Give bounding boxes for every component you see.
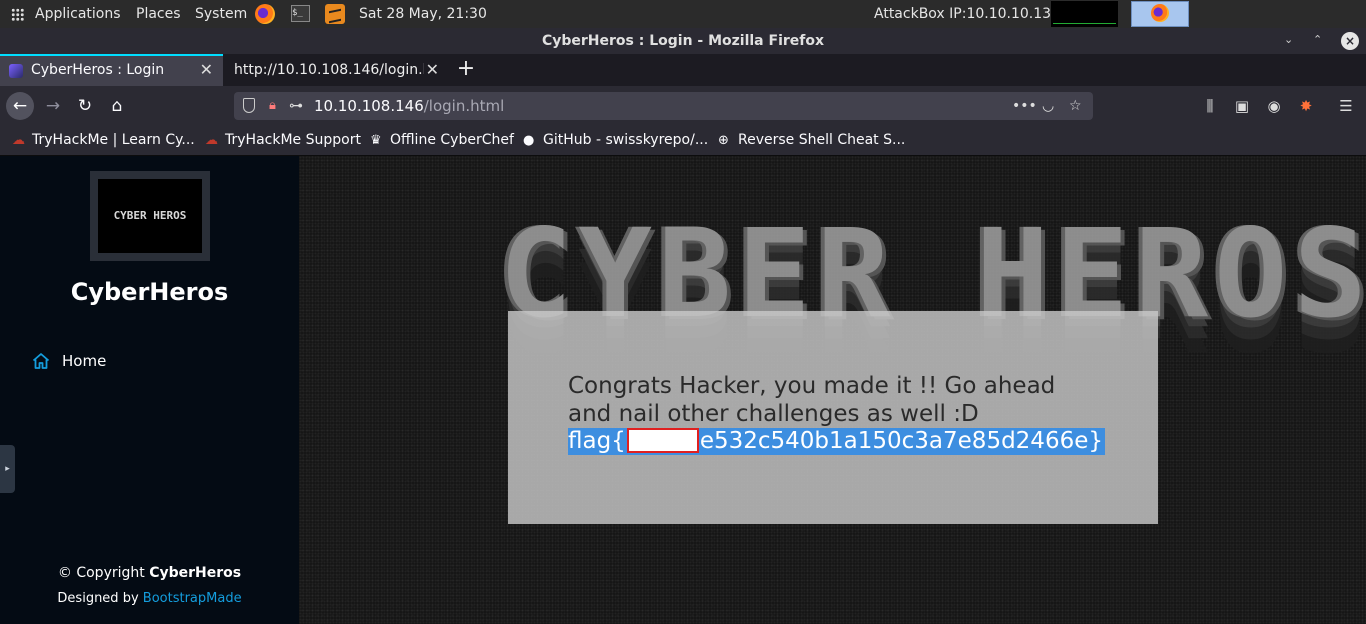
- new-tab-button[interactable]: +: [455, 54, 477, 86]
- credits: Designed by BootstrapMade: [0, 591, 299, 606]
- home-button[interactable]: ⌂: [105, 92, 129, 120]
- forward-button[interactable]: →: [41, 92, 65, 120]
- copyright: © Copyright CyberHeros: [0, 565, 299, 581]
- main-content: CYBER HEROS Congrats Hacker, you made it…: [299, 156, 1366, 624]
- bookmark-label: Offline CyberChef: [390, 132, 514, 148]
- url-path: /login.html: [423, 97, 505, 115]
- tab-close-icon[interactable]: ✕: [200, 56, 213, 84]
- maximize-button[interactable]: ⌃: [1313, 32, 1322, 48]
- url-bar[interactable]: 🔒︎ ⊶ 10.10.108.146/login.html ••• ◡ ☆: [234, 92, 1093, 120]
- back-button[interactable]: ←: [6, 92, 34, 120]
- url-text[interactable]: 10.10.108.146/login.html: [314, 92, 504, 120]
- applications-menu[interactable]: Applications: [35, 0, 121, 28]
- credits-prefix: Designed by: [57, 591, 143, 606]
- window-title: CyberHeros : Login - Mozilla Firefox: [541, 33, 825, 49]
- navigation-toolbar: ← → ↻ ⌂ 🔒︎ ⊶ 10.10.108.146/login.html ••…: [0, 86, 1366, 126]
- url-host: 10.10.108.146: [314, 97, 424, 115]
- account-icon[interactable]: ◉: [1263, 92, 1285, 120]
- extension-icon[interactable]: ✸: [1295, 92, 1317, 120]
- flag-suffix: e532c540b1a150c3a7e85d2466e}: [699, 428, 1103, 454]
- copyright-prefix: © Copyright: [57, 565, 150, 581]
- tab-strip: CyberHeros : Login ✕ http://10.10.108.14…: [0, 54, 1366, 86]
- window-titlebar: CyberHeros : Login - Mozilla Firefox ⌄ ⌃…: [0, 28, 1366, 54]
- flag-redaction: [626, 428, 699, 453]
- globe-icon: ⊕: [718, 133, 729, 148]
- home-icon: [32, 353, 50, 369]
- bookmark-github[interactable]: ● GitHub - swisskyrepo/...: [523, 126, 708, 155]
- bootstrapmade-link[interactable]: BootstrapMade: [143, 591, 242, 606]
- sidebar-toggle-icon[interactable]: ▣: [1231, 92, 1253, 120]
- cyberheros-favicon-icon: [9, 64, 23, 78]
- reload-button[interactable]: ↻: [73, 92, 97, 120]
- bookmark-tryhackme-support[interactable]: ☁ TryHackMe Support: [205, 126, 361, 155]
- site-name[interactable]: CyberHeros: [0, 278, 299, 306]
- tracking-protection-icon[interactable]: [243, 98, 255, 113]
- chef-hat-icon: ♛: [370, 133, 382, 148]
- app-menu-icon[interactable]: ☰: [1335, 92, 1357, 120]
- library-icon[interactable]: ⫼: [1199, 92, 1221, 120]
- sublime-launcher-icon[interactable]: [325, 4, 345, 24]
- insecure-lock-icon[interactable]: 🔒︎: [269, 97, 283, 114]
- firefox-launcher-icon[interactable]: [255, 4, 275, 24]
- bookmark-label: TryHackMe Support: [225, 132, 361, 148]
- bookmark-label: TryHackMe | Learn Cy...: [32, 132, 195, 148]
- apps-grid-icon[interactable]: [11, 8, 24, 21]
- github-icon: ●: [523, 133, 535, 148]
- congrats-message: Congrats Hacker, you made it !! Go ahead…: [568, 373, 1056, 427]
- sidebar-toggle-button[interactable]: ▸: [0, 445, 15, 493]
- page-actions-icon[interactable]: •••: [1012, 92, 1037, 120]
- tryhackme-icon: ☁: [12, 133, 25, 148]
- site-sidebar: CYBER HEROS CyberHeros Home ▸ © Copyrigh…: [0, 156, 299, 624]
- bookmark-label: GitHub - swisskyrepo/...: [543, 132, 709, 148]
- bookmark-cyberchef[interactable]: ♛ Offline CyberChef: [370, 126, 514, 155]
- terminal-launcher-icon[interactable]: $_: [291, 5, 310, 22]
- clock: Sat 28 May, 21:30: [359, 6, 487, 22]
- minimize-button[interactable]: ⌄: [1284, 32, 1293, 48]
- cpu-graph: [1051, 1, 1118, 27]
- logo-text: CYBER HEROS: [98, 179, 202, 253]
- tab-cyberheros-login[interactable]: CyberHeros : Login ✕: [0, 54, 223, 86]
- system-panel: Applications Places System $_ Sat 28 May…: [0, 0, 1366, 28]
- tryhackme-icon: ☁: [205, 133, 218, 148]
- congrats-box: Congrats Hacker, you made it !! Go ahead…: [508, 311, 1158, 524]
- bookmark-label: Reverse Shell Cheat S...: [738, 132, 906, 148]
- bookmark-tryhackme[interactable]: ☁ TryHackMe | Learn Cy...: [12, 126, 195, 155]
- bookmark-reverse-shell[interactable]: ⊕ Reverse Shell Cheat S...: [718, 126, 905, 155]
- flag-prefix: flag{: [568, 428, 626, 454]
- attackbox-ip: AttackBox IP:10.10.10.135: [874, 6, 1060, 22]
- firefox-taskbar-button[interactable]: [1131, 1, 1189, 27]
- tab-login-url[interactable]: http://10.10.108.146/login.h ✕: [223, 54, 449, 86]
- nav-home-label: Home: [62, 352, 107, 370]
- tab-label: http://10.10.108.146/login.h: [234, 62, 424, 78]
- tab-close-icon[interactable]: ✕: [426, 54, 439, 86]
- bookmarks-toolbar: ☁ TryHackMe | Learn Cy... ☁ TryHackMe Supp…: [0, 126, 1366, 156]
- tab-label: CyberHeros : Login: [31, 62, 165, 78]
- pocket-icon[interactable]: ◡: [1042, 92, 1054, 120]
- system-menu[interactable]: System: [195, 0, 247, 28]
- site-logo[interactable]: CYBER HEROS: [90, 171, 210, 261]
- places-menu[interactable]: Places: [136, 0, 181, 28]
- firefox-icon: [1151, 4, 1169, 22]
- window-close-button[interactable]: ×: [1341, 32, 1359, 50]
- copyright-name: CyberHeros: [149, 565, 242, 581]
- key-icon[interactable]: ⊶: [289, 92, 303, 120]
- flag-text[interactable]: flag{ e532c540b1a150c3a7e85d2466e}: [568, 428, 1105, 455]
- bookmark-star-icon[interactable]: ☆: [1069, 92, 1082, 120]
